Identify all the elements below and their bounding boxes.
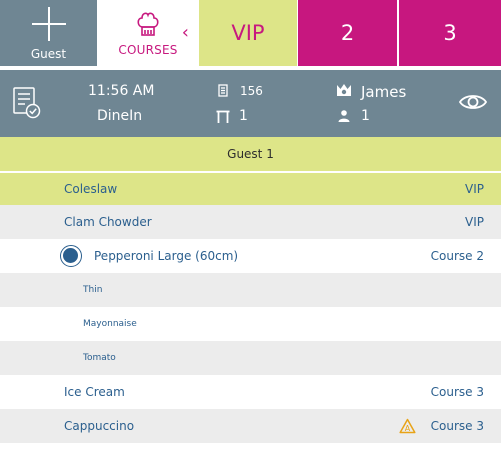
item-course: VIP (465, 182, 484, 196)
selected-radio[interactable] (60, 245, 82, 267)
item-name: Pepperoni Large (60cm) (94, 249, 239, 263)
item-course: VIP (465, 215, 484, 229)
tab-3[interactable]: 3 (397, 0, 501, 66)
order-time: 11:56 AM (88, 83, 155, 99)
tab-courses-label: COURSES (118, 43, 178, 57)
order-item-row[interactable]: Ice Cream Course 3 (0, 375, 501, 409)
add-guest-label: Guest (30, 47, 67, 61)
plus-icon (31, 7, 66, 41)
modifier-name: Tomato (83, 353, 116, 363)
modifier-row[interactable]: Mayonnaise (0, 307, 501, 341)
order-number: 156 (240, 84, 263, 98)
covers-count: 1 (361, 108, 370, 124)
order-item-row[interactable]: Cappuccino A Course 3 (0, 409, 501, 443)
order-item-row[interactable]: Clam Chowder VIP (0, 205, 501, 239)
order-item-row[interactable]: Coleslaw VIP (0, 173, 501, 205)
modifier-name: Mayonnaise (83, 319, 137, 329)
table-number: 1 (239, 108, 248, 124)
guest-header[interactable]: Guest 1 (0, 137, 501, 171)
item-name: Cappuccino (64, 419, 135, 433)
guest-header-label: Guest 1 (227, 147, 274, 161)
item-course: Course 3 (430, 385, 484, 399)
modifier-name: Thin (83, 285, 103, 295)
item-name: Clam Chowder (64, 215, 152, 229)
tab-vip-label: VIP (231, 21, 265, 45)
order-item-row-selected[interactable]: Pepperoni Large (60cm) Course 2 (0, 239, 501, 273)
order-info-bar: 11:56 AM DineIn 156 1 James 1 (0, 70, 501, 137)
tab-vip[interactable]: VIP (199, 0, 297, 66)
eye-icon[interactable] (459, 92, 487, 112)
modifier-row[interactable]: Thin (0, 273, 501, 307)
receipt-icon (218, 84, 228, 97)
tab-courses[interactable]: COURSES ‹ (97, 0, 199, 66)
person-icon (338, 110, 350, 122)
item-name: Ice Cream (64, 385, 125, 399)
top-tab-bar: Guest COURSES ‹ VIP 2 3 (0, 0, 501, 66)
svg-text:A: A (405, 424, 411, 433)
modifier-row[interactable]: Tomato (0, 341, 501, 375)
chevron-left-icon[interactable]: ‹ (182, 22, 189, 43)
item-course: Course 2 (430, 249, 484, 263)
order-item-list: Coleslaw VIP Clam Chowder VIP Pepperoni … (0, 173, 501, 443)
staff-name: James (361, 83, 407, 101)
crown-icon (337, 84, 351, 96)
order-checklist-icon[interactable] (13, 87, 41, 119)
item-course: Course 3 (430, 419, 484, 433)
tab-2[interactable]: 2 (297, 0, 397, 66)
order-screen: Guest COURSES ‹ VIP 2 3 11:56 AM DineIn … (0, 0, 501, 474)
order-mode: DineIn (97, 108, 143, 124)
add-guest-button[interactable]: Guest (0, 0, 97, 66)
chef-hat-icon (137, 12, 159, 36)
tab-3-label: 3 (443, 21, 457, 45)
tab-2-label: 2 (340, 21, 355, 45)
warning-triangle-icon[interactable]: A (399, 418, 416, 434)
table-icon (216, 110, 230, 123)
item-name: Coleslaw (64, 182, 118, 196)
